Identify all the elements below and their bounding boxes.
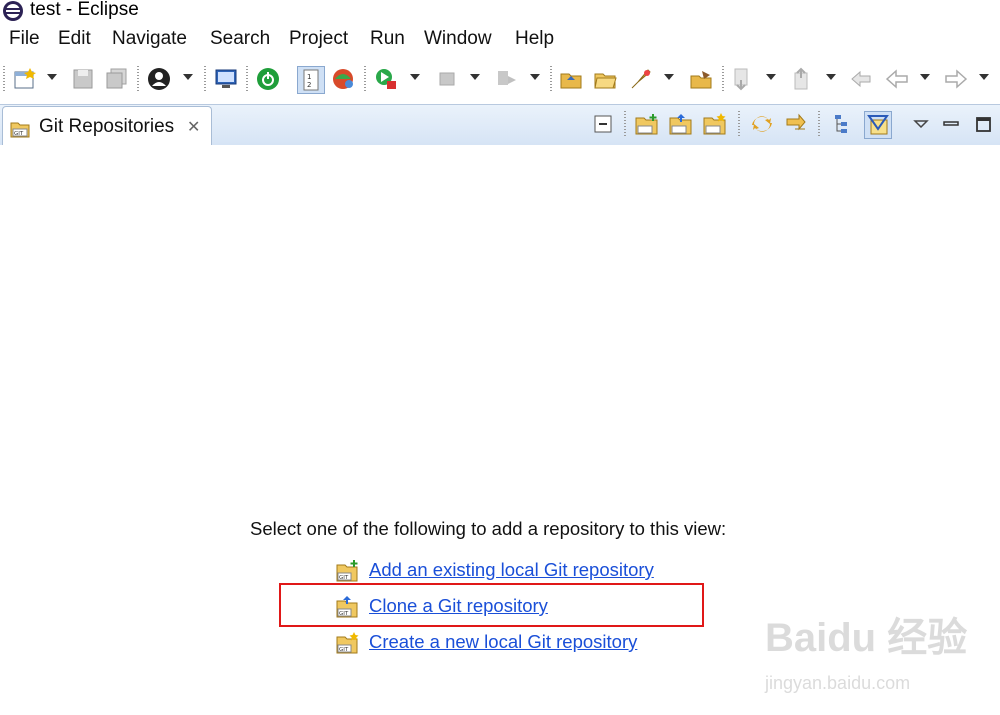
toolbar-separator (364, 66, 366, 92)
toolbar-separator (246, 66, 248, 92)
menu-help[interactable]: Help (515, 28, 554, 50)
menu-search[interactable]: Search (210, 28, 270, 50)
task-dropdown[interactable] (664, 74, 674, 80)
menu-navigate[interactable]: Navigate (112, 28, 187, 50)
back-icon[interactable] (884, 66, 910, 92)
menu-edit[interactable]: Edit (58, 28, 91, 50)
svg-text:GIT: GIT (339, 575, 349, 581)
view-header-bar: GIT Git Repositories ✕ (0, 104, 1000, 147)
previous-annotation-dropdown[interactable] (826, 74, 836, 80)
baidu-watermark: Baidu 经验 jingyan.baidu.com (765, 605, 995, 710)
refresh-icon[interactable] (783, 111, 809, 137)
view-menu-icon[interactable] (908, 111, 934, 137)
open-type-icon[interactable] (558, 66, 584, 92)
menu-project[interactable]: Project (289, 28, 348, 50)
git-add-icon: GIT (336, 560, 358, 582)
step-icon[interactable] (494, 66, 520, 92)
menu-bar: File Edit Navigate Search Project Run Wi… (0, 26, 1000, 56)
create-repository-icon[interactable] (702, 111, 728, 137)
debug-icon[interactable] (331, 66, 357, 92)
hierarchical-layout-icon[interactable] (830, 111, 856, 137)
watermark-brand: Baidu 经验 (765, 616, 968, 660)
link-label[interactable]: Add an existing local Git repository (369, 559, 654, 581)
git-repositories-icon: GIT (10, 122, 30, 138)
toolbar-separator (624, 111, 626, 137)
open-resource-icon[interactable] (688, 66, 714, 92)
console-icon[interactable] (213, 66, 239, 92)
new-wizard-icon[interactable] (12, 66, 38, 92)
highlight-box (279, 583, 704, 627)
eclipse-icon (3, 1, 23, 21)
toolbar-separator (738, 111, 740, 137)
toolbar-separator (3, 66, 5, 92)
svg-text:2: 2 (307, 81, 311, 89)
menu-window[interactable]: Window (424, 28, 492, 50)
new-dropdown[interactable] (47, 74, 57, 80)
next-annotation-icon[interactable] (730, 66, 756, 92)
add-repository-icon[interactable] (634, 111, 660, 137)
window-title: test - Eclipse (30, 0, 139, 20)
save-all-icon[interactable] (104, 66, 130, 92)
menu-file[interactable]: File (9, 28, 40, 50)
user-dropdown[interactable] (183, 74, 193, 80)
title-bar: test - Eclipse (0, 0, 1000, 24)
step-dropdown[interactable] (530, 74, 540, 80)
save-icon[interactable] (70, 66, 96, 92)
git-create-icon: GIT (336, 632, 359, 654)
view-tab-label: Git Repositories (39, 116, 175, 137)
task-icon[interactable] (628, 66, 654, 92)
open-folder-icon[interactable] (592, 66, 618, 92)
toolbar-separator (550, 66, 552, 92)
show-filter-icon[interactable] (864, 111, 892, 139)
run-dropdown[interactable] (410, 74, 420, 80)
main-toolbar: 12 (0, 60, 1000, 100)
instruction-text: Select one of the following to add a rep… (250, 518, 727, 539)
run-icon[interactable] (373, 66, 399, 92)
stop-icon[interactable] (434, 66, 460, 92)
watermark-url: jingyan.baidu.com (765, 673, 911, 693)
link-with-selection-icon[interactable] (749, 111, 775, 137)
link-label[interactable]: Create a new local Git repository (369, 631, 637, 653)
toolbar-separator (137, 66, 139, 92)
forward-icon[interactable] (943, 66, 969, 92)
toolbar-separator (722, 66, 724, 92)
previous-annotation-icon[interactable] (790, 66, 816, 92)
collapse-all-icon[interactable] (590, 111, 616, 137)
svg-text:1: 1 (307, 73, 311, 81)
forward-dropdown[interactable] (979, 74, 989, 80)
git-repositories-view: Select one of the following to add a rep… (0, 145, 1000, 715)
line-numbers-icon[interactable]: 12 (297, 66, 325, 94)
stop-dropdown[interactable] (470, 74, 480, 80)
last-edit-location-icon[interactable] (848, 66, 874, 92)
clone-repository-icon[interactable] (668, 111, 694, 137)
menu-run[interactable]: Run (370, 28, 405, 50)
toolbar-separator (204, 66, 206, 92)
tab-git-repositories[interactable]: GIT Git Repositories ✕ (2, 106, 212, 147)
back-dropdown[interactable] (920, 74, 930, 80)
maximize-icon[interactable] (971, 111, 997, 137)
toolbar-separator (818, 111, 820, 137)
close-icon[interactable]: ✕ (187, 117, 200, 137)
spring-boot-icon[interactable] (255, 66, 281, 92)
next-annotation-dropdown[interactable] (766, 74, 776, 80)
minimize-icon[interactable] (939, 111, 965, 137)
svg-text:GIT: GIT (14, 131, 24, 137)
user-icon[interactable] (146, 66, 172, 92)
svg-text:GIT: GIT (339, 647, 349, 653)
